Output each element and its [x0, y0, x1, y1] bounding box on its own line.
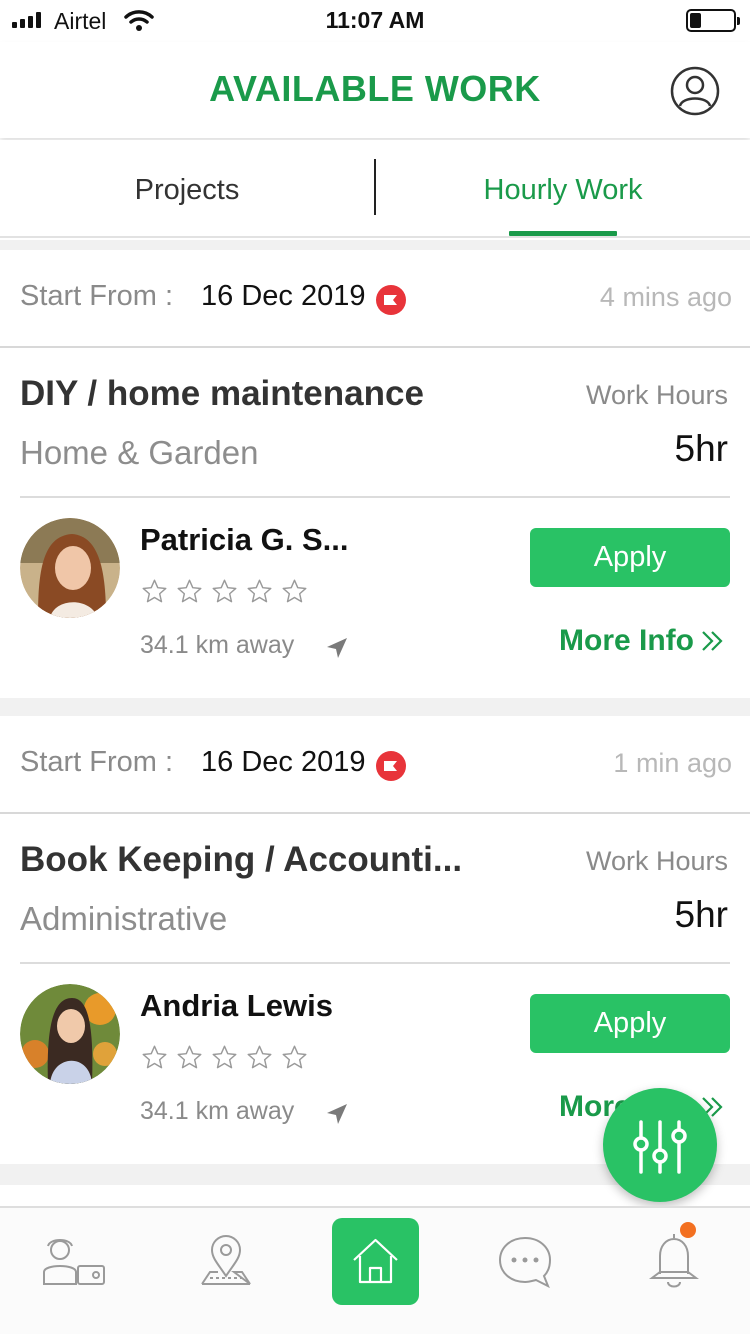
apply-button[interactable]: Apply: [530, 528, 730, 587]
bottom-nav: [0, 1206, 750, 1334]
work-hours-label: Work Hours: [585, 846, 728, 876]
work-hours-value: 5hr: [674, 428, 728, 469]
job-category: Administrative: [20, 900, 228, 937]
posted-time: 4 mins ago: [599, 282, 732, 312]
bell-icon: [649, 1234, 699, 1288]
nav-home[interactable]: [332, 1218, 419, 1305]
star-icon: [247, 1045, 272, 1069]
start-label: Start From :: [20, 280, 174, 312]
job-category: Home & Garden: [20, 434, 259, 471]
more-info-label: More Info: [559, 624, 694, 657]
job-card[interactable]: Start From : 16 Dec 2019 4 mins ago DIY …: [0, 250, 750, 698]
tab-hourly-work[interactable]: Hourly Work: [376, 140, 750, 238]
map-location-icon: [201, 1235, 251, 1285]
date-badge-icon: [376, 285, 406, 315]
star-icon: [212, 579, 237, 603]
star-icon: [212, 1045, 237, 1069]
filter-button[interactable]: [603, 1088, 717, 1202]
nav-worker-profile[interactable]: [0, 1208, 150, 1318]
rating-stars: [141, 578, 308, 605]
nav-map[interactable]: [150, 1208, 300, 1318]
chat-bubble-icon: [498, 1236, 552, 1289]
job-list[interactable]: Start From : 16 Dec 2019 4 mins ago DIY …: [0, 240, 750, 1206]
home-icon: [353, 1238, 398, 1284]
job-date-row: Start From : 16 Dec 2019 1 min ago: [0, 716, 750, 814]
start-date: 16 Dec 2019: [201, 746, 366, 778]
star-icon: [247, 579, 272, 603]
star-icon: [142, 579, 167, 603]
job-title: Book Keeping / Accounti...: [20, 840, 463, 879]
worker-profile-icon: [43, 1239, 105, 1285]
active-tab-indicator: [509, 231, 617, 236]
nav-chat[interactable]: [450, 1208, 600, 1318]
star-icon: [282, 1045, 307, 1069]
card-divider: [20, 496, 730, 498]
app-header: AVAILABLE WORK: [0, 42, 750, 138]
work-hours-label: Work Hours: [585, 380, 728, 410]
star-icon: [142, 1045, 167, 1069]
start-label: Start From :: [20, 746, 174, 778]
work-hours-value: 5hr: [674, 894, 728, 935]
rating-stars: [141, 1044, 308, 1071]
distance-text: 34.1 km away: [140, 631, 295, 659]
apply-button[interactable]: Apply: [530, 994, 730, 1053]
notification-badge: [680, 1222, 696, 1238]
start-date: 16 Dec 2019: [201, 280, 366, 312]
job-title: DIY / home maintenance: [20, 374, 424, 413]
job-date-row: Start From : 16 Dec 2019 4 mins ago: [0, 250, 750, 348]
posted-time: 1 min ago: [613, 748, 732, 778]
battery-icon: [686, 9, 740, 32]
owner-name: Patricia G. S...: [140, 522, 349, 557]
filter-sliders-icon: [633, 1120, 687, 1174]
user-circle-icon[interactable]: [670, 66, 720, 116]
location-arrow-icon: [327, 638, 347, 658]
card-divider: [20, 962, 730, 964]
star-icon: [177, 1045, 202, 1069]
status-bar: Airtel 11:07 AM: [0, 0, 750, 42]
tab-bar: Projects Hourly Work: [0, 140, 750, 238]
date-badge-icon: [376, 751, 406, 781]
double-chevron-right-icon: [702, 631, 723, 651]
star-icon: [177, 579, 202, 603]
avatar[interactable]: [20, 984, 120, 1084]
nav-notifications[interactable]: [600, 1208, 750, 1318]
distance-text: 34.1 km away: [140, 1097, 295, 1125]
status-time: 11:07 AM: [325, 7, 425, 33]
tab-projects[interactable]: Projects: [0, 140, 374, 238]
page-title: AVAILABLE WORK: [209, 68, 541, 109]
avatar[interactable]: [20, 518, 120, 618]
location-arrow-icon: [327, 1104, 347, 1124]
owner-name: Andria Lewis: [140, 988, 333, 1023]
more-info-link[interactable]: More Info: [559, 624, 726, 658]
star-icon: [282, 579, 307, 603]
